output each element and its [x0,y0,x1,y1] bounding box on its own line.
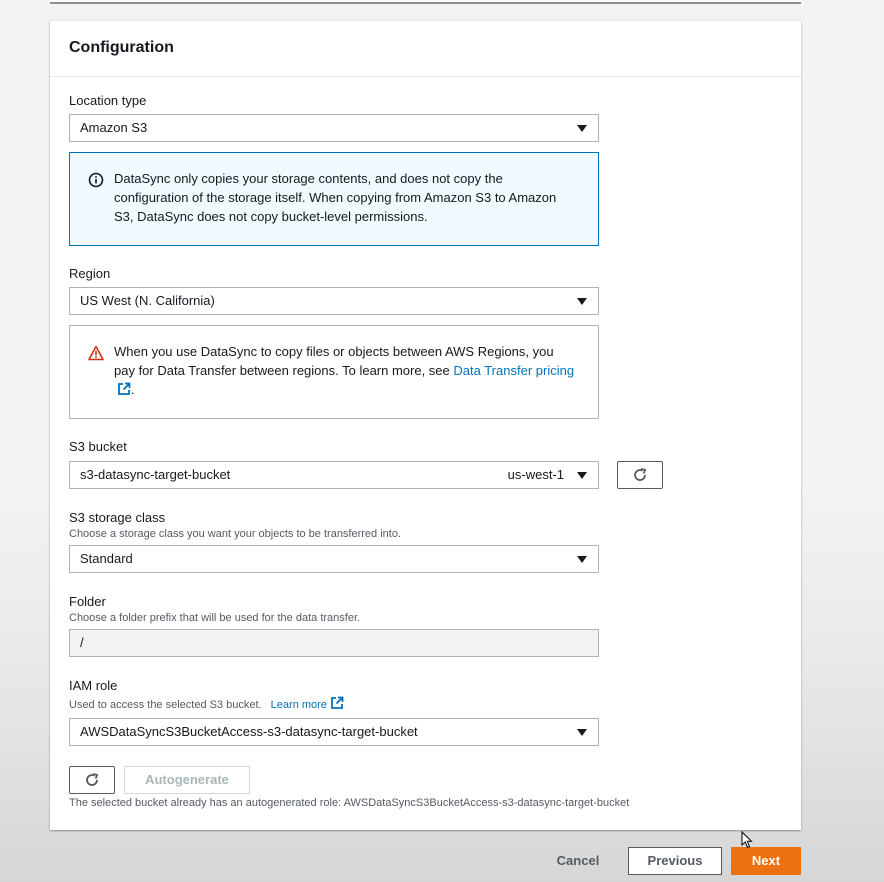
location-type-label: Location type [69,93,147,108]
previous-button[interactable]: Previous [628,847,722,875]
external-link-icon [331,696,344,709]
folder-field: Folder Choose a folder prefix that will … [69,594,599,624]
caret-down-icon [577,556,587,563]
refresh-icon [86,773,99,786]
caret-down-icon [577,298,587,305]
location-type-field: Location type [69,93,599,108]
iam-role-value: AWSDataSyncS3BucketAccess-s3-datasync-ta… [80,724,418,739]
iam-role-field: IAM role Used to access the selected S3 … [69,678,599,711]
data-transfer-pricing-label: Data Transfer pricing [453,363,575,378]
iam-role-description-row: Used to access the selected S3 bucket. L… [69,696,599,711]
next-button[interactable]: Next [731,847,801,875]
iam-role-select[interactable]: AWSDataSyncS3BucketAccess-s3-datasync-ta… [69,718,599,746]
caret-down-icon [577,472,587,479]
refresh-roles-button[interactable] [69,766,115,794]
region-label: Region [69,266,111,281]
caret-down-icon [577,729,587,736]
iam-role-description: Used to access the selected S3 bucket. [69,699,262,711]
warning-alert-suffix: . [131,382,135,397]
storage-class-label: S3 storage class [69,510,166,525]
region-field: Region [69,266,599,281]
folder-description: Choose a folder prefix that will be used… [69,612,361,624]
panel-header: Configuration [50,21,801,77]
previous-panel-edge [50,0,801,4]
region-value: US West (N. California) [80,293,215,308]
folder-value: / [80,635,84,650]
warning-alert: When you use DataSync to copy files or o… [69,325,599,419]
caret-down-icon [577,125,587,132]
warning-icon [88,345,104,361]
external-link-icon [118,382,131,395]
location-type-value: Amazon S3 [80,120,148,135]
folder-label: Folder [69,594,106,609]
configuration-panel: Configuration Location type Amazon S3 Da… [50,20,801,830]
s3-bucket-value: s3-datasync-target-bucket [80,467,231,482]
autogenerated-role-note: The selected bucket already has an autog… [69,797,630,809]
storage-class-value: Standard [80,551,133,566]
location-type-select[interactable]: Amazon S3 [69,114,599,142]
iam-role-label: IAM role [69,678,118,693]
storage-class-field: S3 storage class Choose a storage class … [69,510,599,540]
info-icon [88,172,104,188]
learn-more-link[interactable]: Learn more [270,696,344,711]
storage-class-description: Choose a storage class you want your obj… [69,528,402,540]
cancel-button[interactable]: Cancel [540,847,616,875]
mouse-cursor-icon [741,831,753,849]
panel-title: Configuration [69,39,174,56]
info-alert-text: DataSync only copies your storage conten… [114,171,557,224]
s3-bucket-region: us-west-1 [507,467,564,482]
s3-bucket-field: S3 bucket [69,439,599,454]
refresh-icon [634,468,647,481]
storage-class-select[interactable]: Standard [69,545,599,573]
folder-input[interactable]: / [69,629,599,657]
info-alert: DataSync only copies your storage conten… [69,152,599,246]
learn-more-label: Learn more [270,699,327,711]
s3-bucket-select[interactable]: s3-datasync-target-bucket us-west-1 [69,461,599,489]
region-select[interactable]: US West (N. California) [69,287,599,315]
autogenerate-button[interactable]: Autogenerate [124,766,250,794]
refresh-buckets-button[interactable] [617,461,663,489]
s3-bucket-label: S3 bucket [69,439,127,454]
